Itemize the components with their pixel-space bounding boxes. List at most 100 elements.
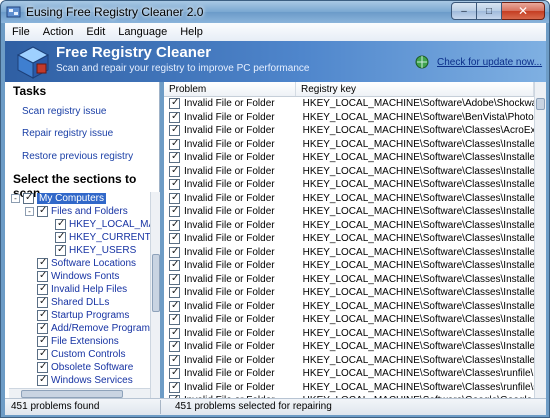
tree-item-checkbox[interactable] — [37, 361, 48, 373]
row-checkbox[interactable] — [169, 300, 180, 312]
row-checkbox[interactable] — [169, 354, 180, 366]
minimize-button[interactable]: – — [451, 2, 477, 20]
table-row[interactable]: Invalid File or Folder HKEY_LOCAL_MACHINE… — [164, 367, 534, 381]
tree-scroll-thumb[interactable] — [152, 254, 160, 312]
row-checkbox[interactable] — [169, 286, 180, 299]
tree-item[interactable]: HKEY_CURRENT — [55, 231, 150, 244]
menu-bar: File Action Edit Language Help — [5, 23, 546, 41]
tree-item-checkbox[interactable] — [37, 322, 48, 334]
table-row[interactable]: Invalid File or Folder HKEY_LOCAL_MACHINE… — [164, 300, 534, 314]
tree-item-checkbox[interactable] — [37, 335, 48, 347]
tree-collapse-toggle-icon[interactable]: - — [25, 207, 34, 216]
tree-hscroll-thumb[interactable] — [21, 390, 123, 398]
table-row[interactable]: Invalid File or Folder HKEY_LOCAL_MACHINE… — [164, 205, 534, 219]
tree-item[interactable]: File Extensions — [37, 335, 119, 348]
scan-registry-link[interactable]: Scan registry issue — [22, 106, 106, 117]
tree-item[interactable]: Software Locations — [37, 257, 136, 270]
tree-horizontal-scrollbar[interactable] — [9, 388, 150, 398]
registry-cleaner-app-icon — [6, 6, 21, 18]
menu-help[interactable]: Help — [180, 26, 203, 38]
table-row[interactable]: Invalid File or Folder HKEY_LOCAL_MACHINE… — [164, 273, 534, 287]
table-row[interactable]: Invalid File or Folder HKEY_LOCAL_MACHINE… — [164, 313, 534, 327]
table-row[interactable]: Invalid File or Folder HKEY_LOCAL_MACHINE… — [164, 138, 534, 152]
tree-item-checkbox[interactable] — [37, 296, 48, 308]
row-checkbox[interactable] — [169, 313, 180, 326]
table-vertical-scrollbar[interactable] — [534, 82, 546, 398]
table-row[interactable]: Invalid File or Folder HKEY_LOCAL_MACHINE… — [164, 354, 534, 368]
tree-item-label: HKEY_LOCAL_MA — [69, 219, 150, 230]
row-checkbox[interactable] — [169, 327, 180, 339]
tree-item-checkbox[interactable] — [37, 205, 48, 217]
close-button[interactable]: ✕ — [502, 2, 545, 20]
tree-item[interactable]: Obsolete Software — [37, 361, 133, 374]
tree-item[interactable]: - Files and Folders — [25, 205, 128, 218]
tree-item[interactable]: Custom Controls — [37, 348, 125, 361]
row-checkbox[interactable] — [169, 124, 180, 137]
table-row[interactable]: Invalid File or Folder HKEY_LOCAL_MACHINE… — [164, 97, 534, 111]
check-update-link[interactable]: Check for update now... — [437, 57, 542, 68]
row-checkbox[interactable] — [169, 340, 180, 353]
table-row[interactable]: Invalid File or Folder HKEY_LOCAL_MACHINE… — [164, 111, 534, 125]
row-checkbox[interactable] — [169, 165, 180, 177]
table-row[interactable]: Invalid File or Folder HKEY_LOCAL_MACHINE… — [164, 151, 534, 165]
column-registry-key[interactable]: Registry key — [296, 82, 534, 96]
tree-item[interactable]: - My Computers — [11, 192, 107, 205]
row-checkbox[interactable] — [169, 205, 180, 218]
tree-item[interactable]: HKEY_LOCAL_MA — [55, 218, 150, 231]
row-checkbox[interactable] — [169, 219, 180, 231]
tree-item[interactable]: Shared DLLs — [37, 296, 109, 309]
tree-item-checkbox[interactable] — [37, 257, 48, 269]
table-row[interactable]: Invalid File or Folder HKEY_LOCAL_MACHINE… — [164, 192, 534, 206]
tree-item-checkbox[interactable] — [55, 244, 66, 256]
row-checkbox[interactable] — [169, 273, 180, 285]
table-row[interactable]: Invalid File or Folder HKEY_LOCAL_MACHINE… — [164, 286, 534, 300]
menu-edit[interactable]: Edit — [86, 26, 105, 38]
row-checkbox[interactable] — [169, 192, 180, 204]
row-checkbox[interactable] — [169, 111, 180, 123]
tree-item-checkbox[interactable] — [37, 270, 48, 282]
table-row[interactable]: Invalid File or Folder HKEY_LOCAL_MACHINE… — [164, 381, 534, 395]
table-row[interactable]: Invalid File or Folder HKEY_LOCAL_MACHINE… — [164, 327, 534, 341]
repair-registry-link[interactable]: Repair registry issue — [22, 128, 113, 139]
tree-item[interactable]: Windows Fonts — [37, 270, 119, 283]
row-checkbox[interactable] — [169, 97, 180, 110]
menu-language[interactable]: Language — [118, 26, 167, 38]
table-row[interactable]: Invalid File or Folder HKEY_LOCAL_MACHINE… — [164, 178, 534, 192]
table-row[interactable]: Invalid File or Folder HKEY_LOCAL_MACHINE… — [164, 259, 534, 273]
tree-item[interactable]: Startup Programs — [37, 309, 129, 322]
tree-item-checkbox[interactable] — [23, 192, 34, 204]
tree-item-checkbox[interactable] — [37, 283, 48, 295]
table-row[interactable]: Invalid File or Folder HKEY_LOCAL_MACHINE… — [164, 232, 534, 246]
title-bar[interactable]: Eusing Free Registry Cleaner 2.0 – □ ✕ — [1, 1, 549, 23]
row-checkbox[interactable] — [169, 232, 180, 245]
maximize-button[interactable]: □ — [477, 2, 502, 20]
table-row[interactable]: Invalid File or Folder HKEY_LOCAL_MACHINE… — [164, 340, 534, 354]
tree-item-checkbox[interactable] — [37, 374, 48, 386]
table-row[interactable]: Invalid File or Folder HKEY_LOCAL_MACHINE… — [164, 219, 534, 233]
row-checkbox[interactable] — [169, 151, 180, 164]
tree-item-checkbox[interactable] — [37, 309, 48, 321]
tree-item-checkbox[interactable] — [37, 348, 48, 360]
row-checkbox[interactable] — [169, 138, 180, 150]
restore-registry-link[interactable]: Restore previous registry — [22, 151, 133, 162]
menu-action[interactable]: Action — [43, 26, 74, 38]
tree-vertical-scrollbar[interactable] — [150, 192, 160, 398]
tree-item-checkbox[interactable] — [55, 231, 66, 243]
table-row[interactable]: Invalid File or Folder HKEY_LOCAL_MACHINE… — [164, 165, 534, 179]
table-scroll-thumb[interactable] — [536, 98, 545, 110]
row-checkbox[interactable] — [169, 381, 180, 393]
column-problem[interactable]: Problem — [164, 82, 296, 96]
table-row[interactable]: Invalid File or Folder HKEY_LOCAL_MACHINE… — [164, 124, 534, 138]
tree-item[interactable]: HKEY_USERS — [55, 244, 136, 257]
tree-collapse-toggle-icon[interactable]: - — [11, 194, 20, 203]
row-checkbox[interactable] — [169, 178, 180, 191]
tree-item-checkbox[interactable] — [55, 218, 66, 230]
menu-file[interactable]: File — [12, 26, 30, 38]
row-checkbox[interactable] — [169, 367, 180, 380]
row-checkbox[interactable] — [169, 259, 180, 272]
row-checkbox[interactable] — [169, 246, 180, 258]
tree-item[interactable]: Add/Remove Program — [37, 322, 150, 335]
tree-item[interactable]: Windows Services — [37, 374, 133, 387]
tree-item[interactable]: Invalid Help Files — [37, 283, 127, 296]
table-row[interactable]: Invalid File or Folder HKEY_LOCAL_MACHINE… — [164, 246, 534, 260]
